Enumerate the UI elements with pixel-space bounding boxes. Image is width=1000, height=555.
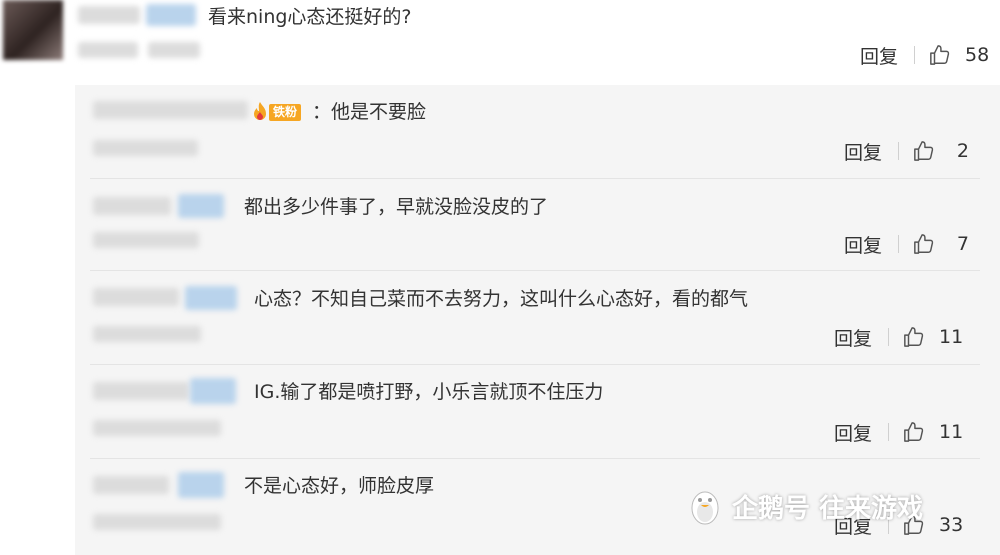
divider xyxy=(90,458,980,459)
timestamp xyxy=(78,42,138,58)
divider xyxy=(90,270,980,271)
reply-timestamp xyxy=(93,326,201,342)
reply-button[interactable]: 回复 xyxy=(834,324,872,351)
reply-text: ：他是不要脸 xyxy=(312,101,427,123)
source xyxy=(148,42,200,58)
reply-text: IG.输了都是喷打野，小乐言就顶不住压力 xyxy=(254,381,604,403)
reply-button[interactable]: 回复 xyxy=(844,231,882,258)
thumbs-up-icon[interactable] xyxy=(929,44,951,66)
reply-timestamp xyxy=(93,232,199,248)
divider xyxy=(90,364,980,365)
comment-actions: 回复 58 xyxy=(860,42,989,68)
reply-actions: 回复 11 xyxy=(834,324,963,350)
reply-username[interactable] xyxy=(93,476,169,494)
penguin-icon xyxy=(691,491,719,525)
like-count: 11 xyxy=(939,421,964,443)
like-count: 11 xyxy=(939,326,964,348)
reply-text: 心态？不知自己菜而不去努力，这叫什么心态好，看的都气 xyxy=(254,288,749,310)
thumbs-up-icon[interactable] xyxy=(903,326,925,348)
username-tag xyxy=(146,4,196,26)
reply-username[interactable] xyxy=(93,288,179,306)
watermark-text: 企鹅号 往来游戏 xyxy=(732,493,924,524)
fire-icon xyxy=(254,102,266,120)
username-tag xyxy=(185,286,237,310)
reply-button[interactable]: 回复 xyxy=(834,419,872,446)
reply-username[interactable] xyxy=(93,197,171,215)
watermark: 企鹅号 往来游戏 xyxy=(688,486,923,526)
reply-button[interactable]: 回复 xyxy=(844,138,882,165)
username-tag xyxy=(190,378,236,404)
like-count: 58 xyxy=(965,44,990,66)
fan-badge: 铁粉 xyxy=(252,100,308,124)
username-tag xyxy=(178,194,224,218)
separator xyxy=(888,423,890,441)
reply-timestamp xyxy=(93,420,221,436)
reply-username[interactable] xyxy=(93,382,189,400)
avatar[interactable] xyxy=(3,0,63,60)
separator xyxy=(914,46,916,64)
thumbs-up-icon[interactable] xyxy=(903,421,925,443)
reply-timestamp xyxy=(93,514,221,530)
reply-text: 都出多少件事了，早就没脸没皮的了 xyxy=(244,196,549,218)
like-count: 33 xyxy=(939,514,964,536)
reply-button[interactable]: 回复 xyxy=(860,42,898,69)
like-count: 7 xyxy=(956,233,970,255)
comment-text: 看来ning心态还挺好的? xyxy=(208,6,412,28)
reply-text: 不是心态好，师脸皮厚 xyxy=(244,475,435,497)
reply-actions: 回复 2 xyxy=(844,138,969,164)
separator xyxy=(888,328,890,346)
username-tag xyxy=(178,472,224,498)
username[interactable] xyxy=(78,6,140,24)
badge-label: 铁粉 xyxy=(269,103,302,121)
reply-timestamp xyxy=(93,140,198,156)
reply-actions: 回复 7 xyxy=(844,231,969,257)
thumbs-up-icon[interactable] xyxy=(913,140,935,162)
thumbs-up-icon[interactable] xyxy=(913,233,935,255)
separator xyxy=(898,235,900,253)
reply-actions: 回复 11 xyxy=(834,419,963,445)
like-count: 2 xyxy=(956,140,970,162)
divider xyxy=(90,178,980,179)
reply-username[interactable] xyxy=(93,101,248,119)
separator xyxy=(898,142,900,160)
